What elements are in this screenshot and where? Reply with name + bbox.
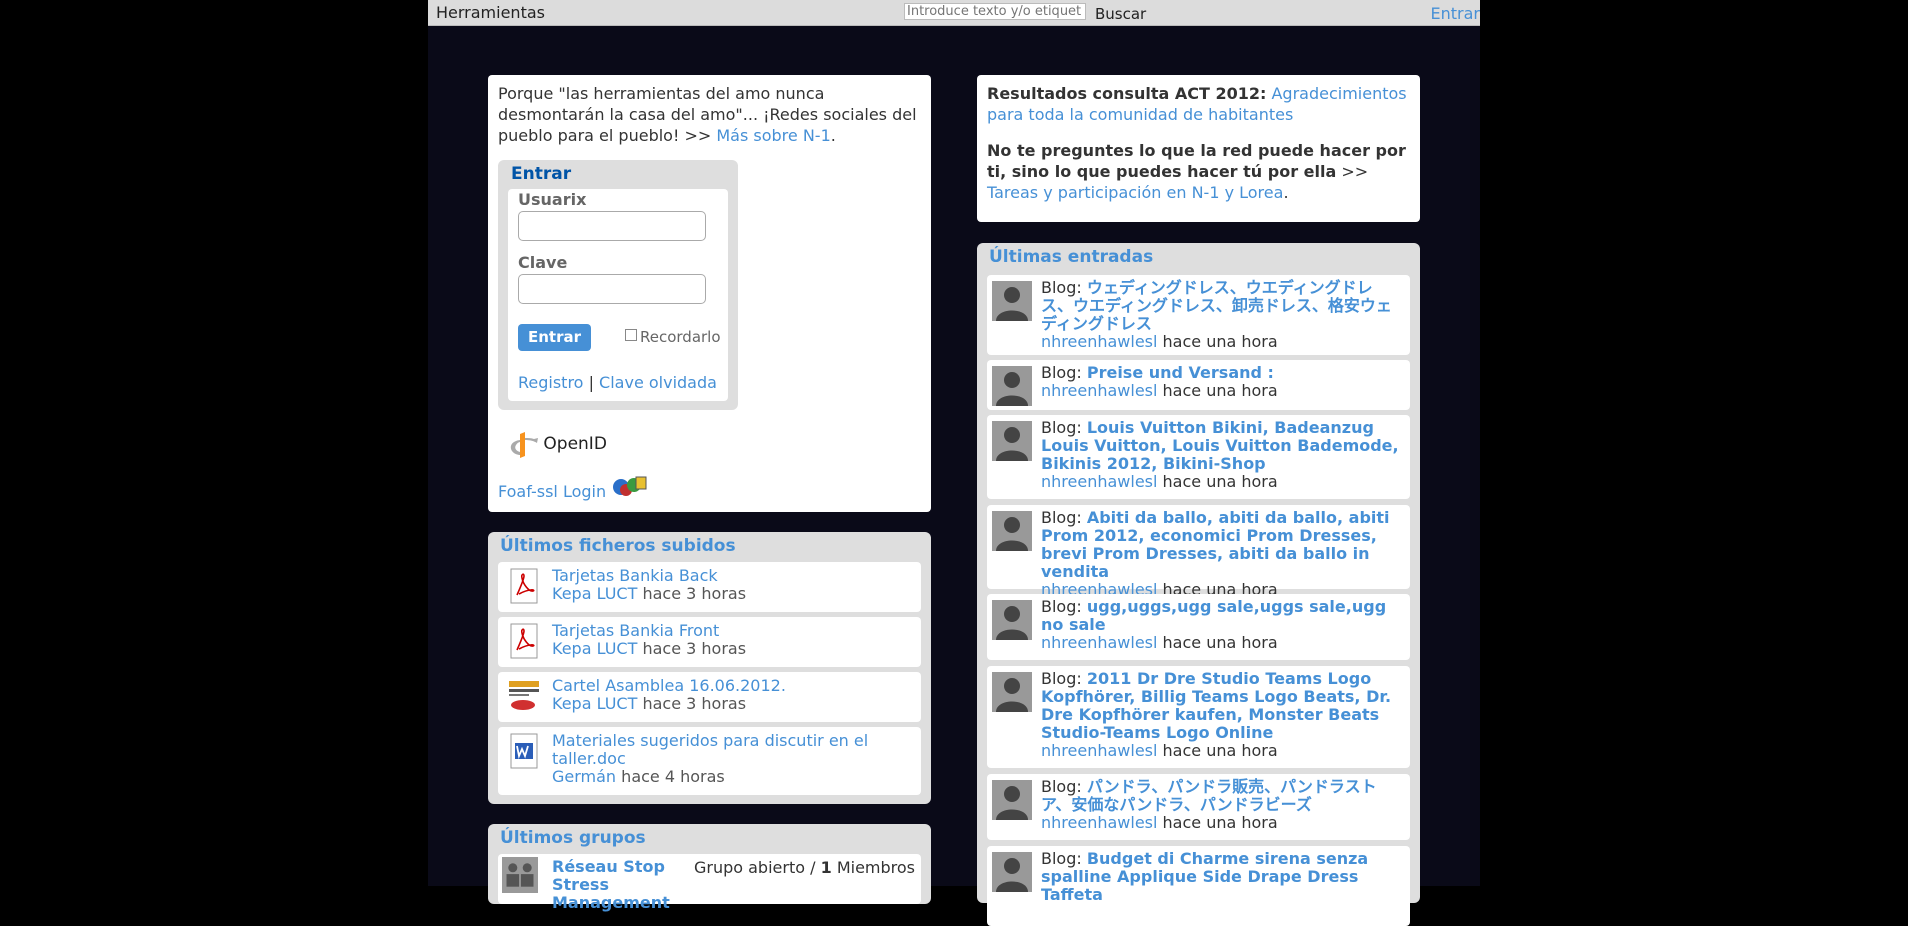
login-form: Usuarix Clave Entrar Recordarlo Registro…	[508, 189, 728, 401]
latest-groups-title: Últimos grupos	[500, 828, 646, 848]
latest-files-panel: Últimos ficheros subidos Tarjetas Bankia…	[488, 532, 931, 804]
password-field[interactable]	[518, 274, 706, 304]
avatar	[992, 511, 1032, 551]
password-label: Clave	[518, 253, 568, 272]
login-title: Entrar	[511, 164, 572, 184]
entry-link[interactable]: パンドラ、パンドラ販売、パンドラストア、安価なパンドラ、パンドラビーズ	[1041, 777, 1377, 814]
avatar	[992, 600, 1032, 640]
file-link[interactable]: Tarjetas Bankia Front	[552, 621, 719, 640]
foaf-login[interactable]: Foaf-ssl Login	[498, 475, 647, 502]
latest-entries-title: Últimas entradas	[989, 247, 1154, 267]
entry-author-link[interactable]: nhreenhawlesl	[1041, 741, 1157, 760]
username-label: Usuarix	[518, 190, 587, 209]
login-box: Entrar Usuarix Clave Entrar Recordarlo R…	[498, 160, 738, 410]
avatar	[992, 780, 1032, 820]
forgot-password-link[interactable]: Clave olvidada	[599, 373, 717, 392]
openid-logo-icon	[510, 432, 538, 458]
tasks-link[interactable]: Tareas y participación en N-1 y Lorea	[987, 183, 1283, 202]
register-link[interactable]: Registro	[518, 373, 583, 392]
file-owner-link[interactable]: Kepa LUCT	[552, 639, 637, 658]
list-item[interactable]: Blog: Louis Vuitton Bikini, Badeanzug Lo…	[987, 415, 1410, 499]
account-links: Registro | Clave olvidada	[518, 373, 717, 392]
foaf-logo-icon	[613, 476, 647, 496]
user-avatar-icon	[992, 281, 1032, 321]
user-avatar-icon	[992, 780, 1032, 820]
entry-link[interactable]: Abiti da ballo, abiti da ballo, abiti Pr…	[1041, 508, 1390, 581]
search-input[interactable]	[904, 3, 1086, 20]
entry-author-link[interactable]: nhreenhawlesl	[1041, 381, 1157, 400]
results-announcement: Resultados consulta ACT 2012: Agradecimi…	[987, 84, 1407, 124]
image-thumbnail	[507, 679, 541, 713]
participation-text: No te preguntes lo que la red puede hace…	[987, 141, 1406, 202]
file-owner-link[interactable]: Germán	[552, 767, 616, 786]
file-link[interactable]: Materiales sugeridos para discutir en el…	[552, 731, 868, 768]
entry-link[interactable]: Budget di Charme sirena senza spalline A…	[1041, 849, 1368, 904]
entry-author-link[interactable]: nhreenhawlesl	[1041, 633, 1157, 652]
login-submit-button[interactable]: Entrar	[518, 324, 592, 351]
results-panel: Resultados consulta ACT 2012: Agradecimi…	[977, 75, 1420, 222]
entry-link[interactable]: ウェディングドレス、ウエディングドレス、ウエディングドレス、卸売ドレス、格安ウェ…	[1041, 278, 1392, 333]
top-toolbar: Herramientas Buscar Entrar	[428, 0, 1480, 26]
entry-author-link[interactable]: nhreenhawlesl	[1041, 332, 1157, 351]
latest-groups-panel: Últimos grupos Réseau Stop Stress Manage…	[488, 824, 931, 912]
page: Herramientas Buscar Entrar Porque "las h…	[428, 0, 1480, 926]
intro-text: Porque "las herramientas del amo nunca d…	[498, 84, 917, 145]
intro-panel: Porque "las herramientas del amo nunca d…	[488, 75, 931, 512]
remember-checkbox[interactable]: Recordarlo	[625, 327, 721, 348]
entry-link[interactable]: Louis Vuitton Bikini, Badeanzug Louis Vu…	[1041, 418, 1399, 473]
list-item[interactable]: Blog: 2011 Dr Dre Studio Teams Logo Kopf…	[987, 666, 1410, 768]
list-item[interactable]: Tarjetas Bankia Front Kepa LUCT hace 3 h…	[498, 617, 921, 667]
more-about-link[interactable]: Más sobre N-1	[716, 126, 830, 145]
latest-entries-panel: Últimas entradas Blog: ウェディングドレス、ウエディングド…	[977, 243, 1420, 926]
list-item[interactable]: Blog: ugg,uggs,ugg sale,uggs sale,ugg no…	[987, 594, 1410, 660]
pdf-icon	[510, 623, 538, 659]
entry-link[interactable]: 2011 Dr Dre Studio Teams Logo Kopfhörer,…	[1041, 669, 1391, 742]
avatar	[992, 421, 1032, 461]
avatar	[992, 281, 1032, 321]
checkbox-icon[interactable]	[625, 329, 637, 341]
entry-link[interactable]: ugg,uggs,ugg sale,uggs sale,ugg no sale	[1041, 597, 1386, 634]
file-link[interactable]: Cartel Asamblea 16.06.2012.	[552, 676, 786, 695]
user-avatar-icon	[992, 852, 1032, 892]
entry-link[interactable]: Preise und Versand :	[1087, 363, 1274, 382]
list-item[interactable]: Materiales sugeridos para discutir en el…	[498, 727, 921, 795]
list-item[interactable]: Blog: Preise und Versand : nhreenhawlesl …	[987, 360, 1410, 410]
group-avatar-icon	[502, 857, 538, 893]
list-item[interactable]: Cartel Asamblea 16.06.2012. Kepa LUCT ha…	[498, 672, 921, 722]
entry-author-link[interactable]: nhreenhawlesl	[1041, 813, 1157, 832]
user-avatar-icon	[992, 511, 1032, 551]
list-item[interactable]: Blog: Abiti da ballo, abiti da ballo, ab…	[987, 505, 1410, 599]
openid-login[interactable]: OpenID	[508, 430, 607, 458]
user-avatar-icon	[992, 366, 1032, 406]
latest-files-title: Últimos ficheros subidos	[500, 536, 736, 556]
user-avatar-icon	[992, 600, 1032, 640]
user-avatar-icon	[992, 672, 1032, 712]
list-item[interactable]: Tarjetas Bankia Back Kepa LUCT hace 3 ho…	[498, 562, 921, 612]
search-button[interactable]: Buscar	[1095, 5, 1146, 23]
list-item[interactable]: Réseau Stop Stress Management Grupo abie…	[498, 854, 921, 912]
file-link[interactable]: Tarjetas Bankia Back	[552, 566, 718, 585]
username-field[interactable]	[518, 211, 706, 241]
entry-author-link[interactable]: nhreenhawlesl	[1041, 472, 1157, 491]
list-item[interactable]: Blog: パンドラ、パンドラ販売、パンドラストア、安価なパンドラ、パンドラビー…	[987, 774, 1410, 840]
avatar	[992, 672, 1032, 712]
avatar	[992, 366, 1032, 406]
user-avatar-icon	[992, 421, 1032, 461]
pdf-icon	[510, 568, 538, 604]
file-owner-link[interactable]: Kepa LUCT	[552, 694, 637, 713]
login-link[interactable]: Entrar	[1431, 4, 1480, 23]
file-owner-link[interactable]: Kepa LUCT	[552, 584, 637, 603]
avatar	[992, 852, 1032, 892]
tools-menu[interactable]: Herramientas	[436, 3, 545, 22]
list-item[interactable]: Blog: ウェディングドレス、ウエディングドレス、ウエディングドレス、卸売ドレ…	[987, 275, 1410, 355]
list-item[interactable]: Blog: Budget di Charme sirena senza spal…	[987, 846, 1410, 926]
word-icon	[510, 733, 538, 769]
group-status: Grupo abierto / 1 Miembros	[693, 858, 915, 877]
